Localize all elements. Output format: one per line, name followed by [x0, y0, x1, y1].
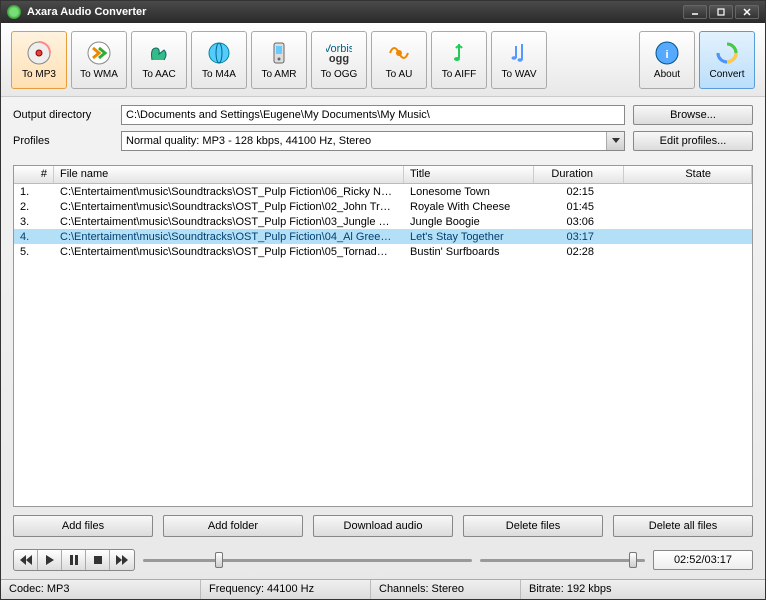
- to-m4a-button[interactable]: To M4A: [191, 31, 247, 89]
- volume-slider[interactable]: [480, 550, 645, 570]
- col-duration[interactable]: Duration: [534, 166, 624, 183]
- to-aiff-button[interactable]: To AIFF: [431, 31, 487, 89]
- col-title[interactable]: Title: [404, 166, 534, 183]
- col-state[interactable]: State: [624, 166, 752, 183]
- to-wma-button[interactable]: To WMA: [71, 31, 127, 89]
- chevron-down-icon[interactable]: [606, 132, 624, 150]
- bottom-buttons: Add files Add folder Download audio Dele…: [1, 507, 765, 545]
- tool-label: To AMR: [261, 69, 296, 80]
- profile-value: Normal quality: MP3 - 128 kbps, 44100 Hz…: [122, 135, 606, 147]
- tool-label: To AAC: [142, 69, 175, 80]
- to-amr-button[interactable]: To AMR: [251, 31, 307, 89]
- wma-icon: [86, 40, 112, 66]
- freq-label: Frequency:: [209, 583, 264, 596]
- codec-value: MP3: [47, 583, 70, 596]
- about-button[interactable]: iAbout: [639, 31, 695, 89]
- disc-icon: [26, 40, 52, 66]
- player-row: 02:52/03:17: [1, 545, 765, 579]
- m4a-icon: [206, 40, 232, 66]
- convert-button[interactable]: Convert: [699, 31, 755, 89]
- convert-icon: [714, 40, 740, 66]
- time-display: 02:52/03:17: [653, 550, 753, 570]
- table-body: 1.C:\Entertaiment\music\Soundtracks\OST_…: [14, 184, 752, 506]
- seek-slider[interactable]: [143, 550, 472, 570]
- table-row[interactable]: 3.C:\Entertaiment\music\Soundtracks\OST_…: [14, 214, 752, 229]
- svg-text:i: i: [665, 49, 668, 61]
- statusbar: Codec: MP3 Frequency: 44100 Hz Channels:…: [1, 579, 765, 599]
- ogg-icon: Vorbisogg: [326, 40, 352, 66]
- bitrate-label: Bitrate:: [529, 583, 564, 596]
- channels-label: Channels:: [379, 583, 429, 596]
- aiff-icon: [446, 40, 472, 66]
- output-dir-label: Output directory: [13, 109, 113, 121]
- minimize-button[interactable]: [683, 5, 707, 19]
- tool-label: To AU: [386, 69, 413, 80]
- bitrate-value: 192 kbps: [567, 583, 612, 596]
- info-icon: i: [654, 40, 680, 66]
- edit-profiles-button[interactable]: Edit profiles...: [633, 131, 753, 151]
- table-row[interactable]: 2.C:\Entertaiment\music\Soundtracks\OST_…: [14, 199, 752, 214]
- form-area: Output directory Browse... Profiles Norm…: [1, 97, 765, 165]
- amr-icon: [266, 40, 292, 66]
- aac-icon: [146, 40, 172, 66]
- output-dir-input[interactable]: [121, 105, 625, 125]
- delete-all-button[interactable]: Delete all files: [613, 515, 753, 537]
- to-mp3-button[interactable]: To MP3: [11, 31, 67, 89]
- wav-icon: [506, 40, 532, 66]
- maximize-button[interactable]: [709, 5, 733, 19]
- to-aac-button[interactable]: To AAC: [131, 31, 187, 89]
- channels-value: Stereo: [432, 583, 464, 596]
- codec-label: Codec:: [9, 583, 44, 596]
- add-files-button[interactable]: Add files: [13, 515, 153, 537]
- titlebar: Axara Audio Converter: [1, 1, 765, 23]
- to-wav-button[interactable]: To WAV: [491, 31, 547, 89]
- download-audio-button[interactable]: Download audio: [313, 515, 453, 537]
- table-header: # File name Title Duration State: [14, 166, 752, 184]
- tool-label: To WMA: [80, 69, 118, 80]
- profiles-label: Profiles: [13, 135, 113, 147]
- stop-button[interactable]: [86, 550, 110, 570]
- tool-label: To AIFF: [442, 69, 476, 80]
- app-window: Axara Audio Converter To MP3 To WMA To AAC…: [0, 0, 766, 600]
- play-controls: [13, 549, 135, 571]
- tool-label: To M4A: [202, 69, 236, 80]
- tool-label: To WAV: [501, 69, 536, 80]
- table-row[interactable]: 1.C:\Entertaiment\music\Soundtracks\OST_…: [14, 184, 752, 199]
- browse-button[interactable]: Browse...: [633, 105, 753, 125]
- next-button[interactable]: [110, 550, 134, 570]
- add-folder-button[interactable]: Add folder: [163, 515, 303, 537]
- au-icon: [386, 40, 412, 66]
- col-num[interactable]: #: [14, 166, 54, 183]
- app-icon: [7, 5, 21, 19]
- tool-label: To OGG: [321, 69, 358, 80]
- to-au-button[interactable]: To AU: [371, 31, 427, 89]
- close-button[interactable]: [735, 5, 759, 19]
- file-table: # File name Title Duration State 1.C:\En…: [13, 165, 753, 507]
- pause-button[interactable]: [62, 550, 86, 570]
- play-button[interactable]: [38, 550, 62, 570]
- svg-text:ogg: ogg: [329, 53, 349, 65]
- tool-label: To MP3: [22, 69, 56, 80]
- profiles-combo[interactable]: Normal quality: MP3 - 128 kbps, 44100 Hz…: [121, 131, 625, 151]
- to-ogg-button[interactable]: Vorbisogg To OGG: [311, 31, 367, 89]
- table-row[interactable]: 4.C:\Entertaiment\music\Soundtracks\OST_…: [14, 229, 752, 244]
- toolbar: To MP3 To WMA To AAC To M4A To AMR Vorbisogg T…: [1, 23, 765, 97]
- table-row[interactable]: 5.C:\Entertaiment\music\Soundtracks\OST_…: [14, 244, 752, 259]
- delete-files-button[interactable]: Delete files: [463, 515, 603, 537]
- window-title: Axara Audio Converter: [27, 6, 681, 18]
- col-filename[interactable]: File name: [54, 166, 404, 183]
- freq-value: 44100 Hz: [267, 583, 314, 596]
- prev-button[interactable]: [14, 550, 38, 570]
